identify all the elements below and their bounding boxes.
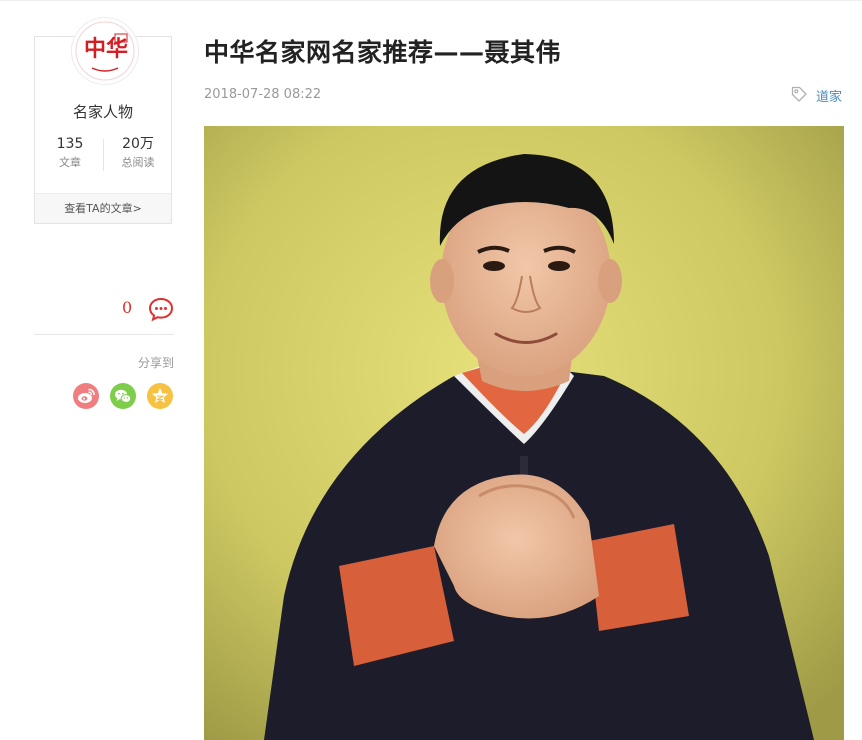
stat-articles: 135 文章 xyxy=(36,135,104,171)
top-border xyxy=(0,0,862,1)
comment-row: 0 xyxy=(110,296,174,322)
avatar-glyph-1: 中华 xyxy=(84,36,128,62)
stat-articles-label: 文章 xyxy=(59,156,81,169)
article-time: 2018-07-28 08:22 xyxy=(204,87,322,102)
stat-reads: 20万 总阅读 xyxy=(104,135,172,171)
portrait-photo-icon xyxy=(204,126,844,740)
share-weibo-button[interactable] xyxy=(73,383,99,409)
author-stats: 135 文章 20万 总阅读 xyxy=(35,135,171,175)
tag-icon xyxy=(790,85,808,103)
wechat-icon xyxy=(115,389,132,403)
stat-articles-value: 135 xyxy=(56,136,84,152)
sidebar-divider xyxy=(34,334,174,335)
share-qzone-button[interactable] xyxy=(147,383,173,409)
share-wechat-button[interactable] xyxy=(110,383,136,409)
comment-bubble-icon[interactable] xyxy=(148,296,174,322)
comment-count[interactable]: 0 xyxy=(122,298,132,317)
author-card: 中华 名家人物 135 文章 20万 总阅读 查看TA的文章> xyxy=(34,17,172,224)
article-title: 中华名家网名家推荐——聂其伟 xyxy=(204,38,562,67)
stat-reads-value: 20万 xyxy=(122,136,154,152)
author-avatar[interactable]: 中华 xyxy=(71,17,139,85)
star-icon xyxy=(152,388,168,403)
stat-reads-label: 总阅读 xyxy=(121,156,155,169)
view-articles-link[interactable]: 查看TA的文章> xyxy=(35,193,171,223)
weibo-icon xyxy=(78,388,95,403)
tag-label: 道家 xyxy=(816,90,843,105)
article-portrait-image xyxy=(204,126,844,740)
zhonghua-logo-icon: 中华 xyxy=(73,19,137,83)
author-name[interactable]: 名家人物 xyxy=(35,101,171,122)
share-label: 分享到 xyxy=(137,356,174,370)
